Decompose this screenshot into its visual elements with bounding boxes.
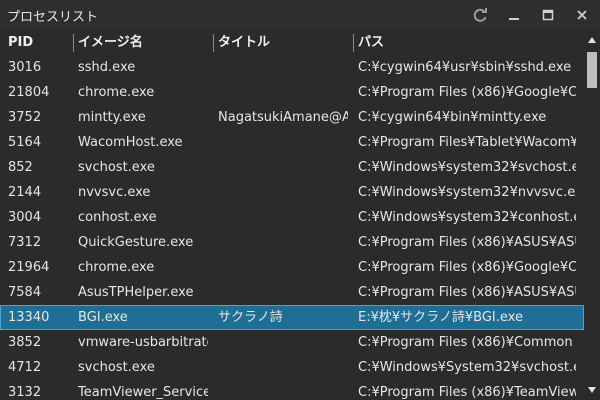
window-title-cell [218, 380, 348, 400]
image-name-cell: sshd.exe [78, 60, 136, 75]
path-cell: C:¥Windows¥system32¥conhost.exe [358, 210, 576, 225]
image-name-cell: chrome.exe [78, 85, 155, 100]
pid-cell: 21804 [8, 85, 50, 100]
pid-cell: 4712 [8, 360, 42, 375]
window-title-cell [218, 230, 348, 255]
pid-cell: 852 [8, 160, 33, 175]
path-cell: C:¥Program Files (x86)¥Common Files [358, 335, 576, 350]
close-button[interactable] [571, 4, 593, 26]
table-row[interactable]: 4712 svchost.exe C:¥Windows¥System32¥svcho… [0, 355, 584, 380]
path-cell: C:¥Windows¥system32¥nvvsvc.exe [358, 185, 576, 200]
table-row[interactable]: 13340 BGI.exe サクラノ詩 E:¥枕¥サクラノ詩¥BGI.exe [0, 305, 584, 330]
window-title-cell [218, 180, 348, 205]
column-divider[interactable] [73, 34, 74, 52]
window-title-cell [218, 80, 348, 105]
refresh-icon [473, 8, 487, 22]
path-cell: C:¥Program Files (x86)¥Google¥Chrome [358, 85, 576, 100]
pid-cell: 5164 [8, 135, 42, 150]
title-bar: プロセスリスト [0, 0, 600, 30]
column-header-path[interactable]: パス [358, 30, 384, 56]
window-title-cell: サクラノ詩 [218, 310, 283, 325]
path-cell: C:¥Program Files (x86)¥Google¥Chrome [358, 260, 576, 275]
column-divider[interactable] [353, 34, 354, 52]
path-cell: C:¥Program Files (x86)¥ASUS¥ASUS [358, 235, 576, 250]
scroll-up-button[interactable] [586, 34, 598, 46]
path-cell: C:¥cygwin64¥usr¥sbin¥sshd.exe [358, 60, 572, 75]
image-name-cell: QuickGesture.exe [78, 235, 194, 250]
column-divider[interactable] [213, 34, 214, 52]
pid-cell: 3004 [8, 210, 42, 225]
path-cell: C:¥cygwin64¥bin¥mintty.exe [358, 110, 547, 125]
column-header-image-name[interactable]: イメージ名 [78, 30, 143, 56]
image-name-cell: BGI.exe [78, 310, 128, 325]
process-list-window: プロセスリスト PID イメージ名 タイトル パス 3016 sshd.exe … [0, 0, 600, 400]
image-name-cell: nvvsvc.exe [78, 185, 151, 200]
table-row[interactable]: 3004 conhost.exe C:¥Windows¥system32¥conho… [0, 205, 584, 230]
image-name-cell: chrome.exe [78, 260, 155, 275]
window-title-cell: NagatsukiAmane@AM [218, 110, 348, 125]
path-cell: C:¥Program Files (x86)¥ASUS¥ASUS [358, 285, 576, 300]
pid-cell: 21964 [8, 260, 50, 275]
pid-cell: 13340 [8, 310, 50, 325]
scroll-down-button[interactable] [586, 384, 598, 396]
process-table-body: 3016 sshd.exe C:¥cygwin64¥usr¥sbin¥sshd.ex… [0, 55, 584, 400]
column-header-pid[interactable]: PID [8, 30, 33, 56]
image-name-cell: svchost.exe [78, 160, 155, 175]
table-row[interactable]: 2144 nvvsvc.exe C:¥Windows¥system32¥nvvsvc… [0, 180, 584, 205]
window-title-cell [218, 280, 348, 305]
image-name-cell: AsusTPHelper.exe [78, 285, 194, 300]
window-title-cell [218, 330, 348, 355]
image-name-cell: mintty.exe [78, 110, 146, 125]
image-name-cell: TeamViewer_Service.exe [78, 385, 208, 400]
pid-cell: 2144 [8, 185, 42, 200]
table-row[interactable]: 3852 vmware-usbarbitrator C:¥Program Files… [0, 330, 584, 355]
table-row[interactable]: 3132 TeamViewer_Service.exe C:¥Program Fil… [0, 380, 584, 400]
window-title-cell [218, 155, 348, 180]
minimize-icon [509, 18, 519, 20]
window-title-cell [218, 130, 348, 155]
pid-cell: 3752 [8, 110, 42, 125]
path-cell: C:¥Program Files (x86)¥TeamViewer¥ [358, 385, 576, 400]
table-row[interactable]: 7584 AsusTPHelper.exe C:¥Program Files (x8… [0, 280, 584, 305]
column-header: PID イメージ名 タイトル パス [0, 30, 584, 56]
table-row[interactable]: 3752 mintty.exe NagatsukiAmane@AM C:¥cygwin… [0, 105, 584, 130]
image-name-cell: WacomHost.exe [78, 135, 183, 150]
path-cell: C:¥Windows¥System32¥svchost.exe [358, 360, 576, 375]
pid-cell: 3132 [8, 385, 42, 400]
vertical-scrollbar[interactable] [584, 30, 600, 400]
path-cell: E:¥枕¥サクラノ詩¥BGI.exe [358, 310, 523, 325]
image-name-cell: conhost.exe [78, 210, 157, 225]
window-title-cell [218, 255, 348, 280]
close-icon [577, 10, 587, 20]
table-row[interactable]: 3016 sshd.exe C:¥cygwin64¥usr¥sbin¥sshd.ex… [0, 55, 584, 80]
path-cell: C:¥Windows¥system32¥svchost.exe [358, 160, 576, 175]
column-header-title[interactable]: タイトル [218, 30, 270, 56]
pid-cell: 7584 [8, 285, 42, 300]
scroll-down-arrow-icon [588, 387, 596, 393]
table-row[interactable]: 21804 chrome.exe C:¥Program Files (x86)¥Go… [0, 80, 584, 105]
table-row[interactable]: 7312 QuickGesture.exe C:¥Program Files (x8… [0, 230, 584, 255]
table-row[interactable]: 852 svchost.exe C:¥Windows¥system32¥svchos… [0, 155, 584, 180]
table-row[interactable]: 5164 WacomHost.exe C:¥Program Files¥Tablet… [0, 130, 584, 155]
scroll-up-arrow-icon [588, 37, 596, 43]
image-name-cell: svchost.exe [78, 360, 155, 375]
pid-cell: 3016 [8, 60, 42, 75]
scrollbar-thumb[interactable] [587, 52, 597, 88]
pid-cell: 7312 [8, 235, 42, 250]
maximize-button[interactable] [537, 4, 559, 26]
window-title: プロセスリスト [7, 10, 99, 25]
pid-cell: 3852 [8, 335, 42, 350]
minimize-button[interactable] [503, 4, 525, 26]
refresh-button[interactable] [469, 4, 491, 26]
image-name-cell: vmware-usbarbitrator [78, 335, 208, 350]
table-row[interactable]: 21964 chrome.exe C:¥Program Files (x86)¥Go… [0, 255, 584, 280]
window-title-cell [218, 355, 348, 380]
path-cell: C:¥Program Files¥Tablet¥Wacom¥Wacom [358, 135, 576, 150]
window-title-cell [218, 205, 348, 230]
window-title-cell [218, 55, 348, 80]
maximize-icon [542, 9, 554, 21]
